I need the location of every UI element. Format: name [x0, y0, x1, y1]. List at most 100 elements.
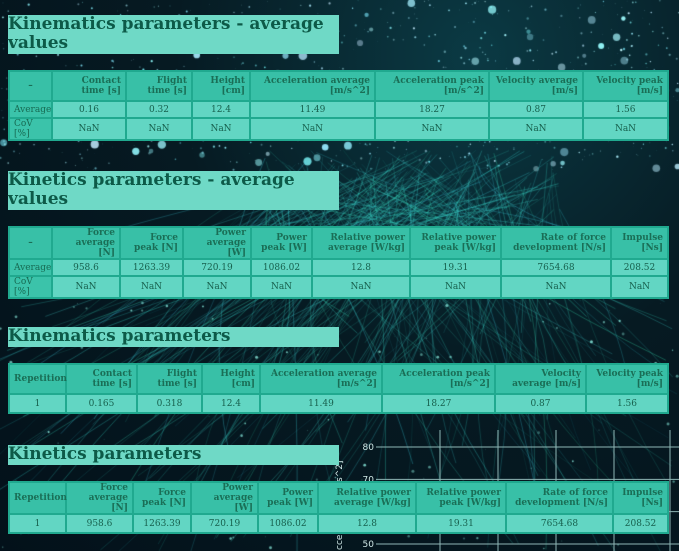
section-kinetics-average: Kinetics parameters - average values: [8, 171, 339, 210]
table-cell: 1086.02: [257, 513, 319, 534]
table-cell: NaN: [610, 275, 669, 299]
table-cell: NaN: [51, 117, 127, 141]
section-kinematics: Kinematics parameters: [8, 327, 339, 347]
table-cell: 19.31: [409, 258, 502, 277]
table-cell: 958.6: [51, 258, 121, 277]
header-cell: Power peak [W]: [250, 226, 313, 260]
header-cell-corner: Repetition: [8, 481, 67, 515]
table-cell: NaN: [311, 275, 411, 299]
header-cell: Power peak [W]: [257, 481, 319, 515]
section-kinematics-average: Kinematics parameters - average values: [8, 15, 339, 54]
table-cell: NaN: [374, 117, 490, 141]
table-row: Average 958.6 1263.39 720.19 1086.02 12.…: [8, 258, 669, 277]
header-cell: Acceleration average [m/s^2]: [249, 70, 376, 102]
table-row: CoV [%] NaN NaN NaN NaN NaN NaN NaN: [8, 117, 669, 141]
header-cell: Contact time [s]: [51, 70, 127, 102]
y-tick-label: 80: [363, 443, 375, 453]
kinematics-table: Repetition Contact time [s] Flight time …: [8, 363, 669, 414]
header-cell: Acceleration peak [m/s^2]: [381, 363, 496, 395]
row-label: CoV [%]: [8, 275, 53, 299]
header-cell: Impulse [Ns]: [612, 481, 669, 515]
table-cell: 720.19: [182, 258, 252, 277]
table-cell: NaN: [182, 275, 252, 299]
y-tick-label: 50: [363, 540, 375, 550]
header-cell: Acceleration average [m/s^2]: [259, 363, 383, 395]
header-cell: Acceleration peak [m/s^2]: [374, 70, 490, 102]
table-cell: 12.8: [317, 513, 417, 534]
section-title-kinetics: Kinetics parameters: [8, 445, 339, 465]
table-cell: 1086.02: [250, 258, 313, 277]
header-cell: Power average [W]: [182, 226, 252, 260]
table-row: 1 958.6 1263.39 720.19 1086.02 12.8 19.3…: [8, 513, 669, 534]
table-cell: NaN: [582, 117, 669, 141]
header-cell: Relative power peak [W/kg]: [409, 226, 502, 260]
header-cell: Contact time [s]: [65, 363, 138, 395]
table-cell: 12.4: [201, 393, 261, 414]
table-cell: 1: [8, 393, 67, 414]
table-cell: 11.49: [259, 393, 383, 414]
table-cell: 1.56: [582, 100, 669, 119]
kinematics-average-table: – Contact time [s] Flight time [s] Heigh…: [8, 70, 669, 141]
header-cell: Rate of force development [N/s]: [505, 481, 614, 515]
table-cell: NaN: [119, 275, 184, 299]
table-cell: 7654.68: [505, 513, 614, 534]
header-cell-corner: –: [8, 226, 53, 260]
table-cell: NaN: [409, 275, 502, 299]
header-cell: Power average [W]: [190, 481, 259, 515]
row-label: CoV [%]: [8, 117, 53, 141]
header-cell: Velocity average [m/s]: [494, 363, 587, 395]
kinetics-table: Repetition Force average [N] Force peak …: [8, 481, 669, 534]
header-cell: Flight time [s]: [125, 70, 193, 102]
header-cell: Force peak [N]: [119, 226, 184, 260]
header-cell: Height [cm]: [201, 363, 261, 395]
table-cell: 0.16: [51, 100, 127, 119]
table-cell: 0.318: [136, 393, 203, 414]
table-cell: 7654.68: [500, 258, 612, 277]
header-cell: Velocity average [m/s]: [488, 70, 584, 102]
table-cell: 18.27: [381, 393, 496, 414]
kinetics-average-table: – Force average [N] Force peak [N] Power…: [8, 226, 669, 299]
table-cell: 720.19: [190, 513, 259, 534]
table-header-row: Repetition Force average [N] Force peak …: [8, 481, 669, 515]
table-cell: 11.49: [249, 100, 376, 119]
table-cell: 12.4: [191, 100, 251, 119]
table-cell: NaN: [250, 275, 313, 299]
header-cell: Impulse [Ns]: [610, 226, 669, 260]
header-cell: Relative power average [W/kg]: [311, 226, 411, 260]
table-cell: 1263.39: [132, 513, 192, 534]
table-cell: 1263.39: [119, 258, 184, 277]
table-cell: 208.52: [612, 513, 669, 534]
table-row: CoV [%] NaN NaN NaN NaN NaN NaN NaN NaN: [8, 275, 669, 299]
header-cell: Height [cm]: [191, 70, 251, 102]
header-cell: Velocity peak [m/s]: [582, 70, 669, 102]
section-kinetics: Kinetics parameters: [8, 445, 339, 465]
section-title-kinetics-average: Kinetics parameters - average values: [8, 171, 339, 210]
table-cell: 0.87: [488, 100, 584, 119]
table-header-row: Repetition Contact time [s] Flight time …: [8, 363, 669, 395]
table-cell: NaN: [249, 117, 376, 141]
table-cell: NaN: [191, 117, 251, 141]
table-cell: NaN: [488, 117, 584, 141]
table-cell: 0.87: [494, 393, 587, 414]
row-label: Average: [8, 100, 53, 119]
table-cell: 19.31: [415, 513, 507, 534]
table-cell: NaN: [51, 275, 121, 299]
table-cell: 0.32: [125, 100, 193, 119]
table-cell: 12.8: [311, 258, 411, 277]
row-label: Average: [8, 258, 53, 277]
table-cell: 1: [8, 513, 67, 534]
table-cell: 18.27: [374, 100, 490, 119]
table-cell: NaN: [125, 117, 193, 141]
header-cell: Force peak [N]: [132, 481, 192, 515]
table-row: 1 0.165 0.318 12.4 11.49 18.27 0.87 1.56: [8, 393, 669, 414]
header-cell: Velocity peak [m/s]: [585, 363, 669, 395]
header-cell: Relative power average [W/kg]: [317, 481, 417, 515]
table-cell: 1.56: [585, 393, 669, 414]
header-cell-corner: –: [8, 70, 53, 102]
table-cell: NaN: [500, 275, 612, 299]
header-cell: Force average [N]: [51, 226, 121, 260]
header-cell: Flight time [s]: [136, 363, 203, 395]
table-cell: 0.165: [65, 393, 138, 414]
table-row: Average 0.16 0.32 12.4 11.49 18.27 0.87 …: [8, 100, 669, 119]
section-title-kinematics-average: Kinematics parameters - average values: [8, 15, 339, 54]
